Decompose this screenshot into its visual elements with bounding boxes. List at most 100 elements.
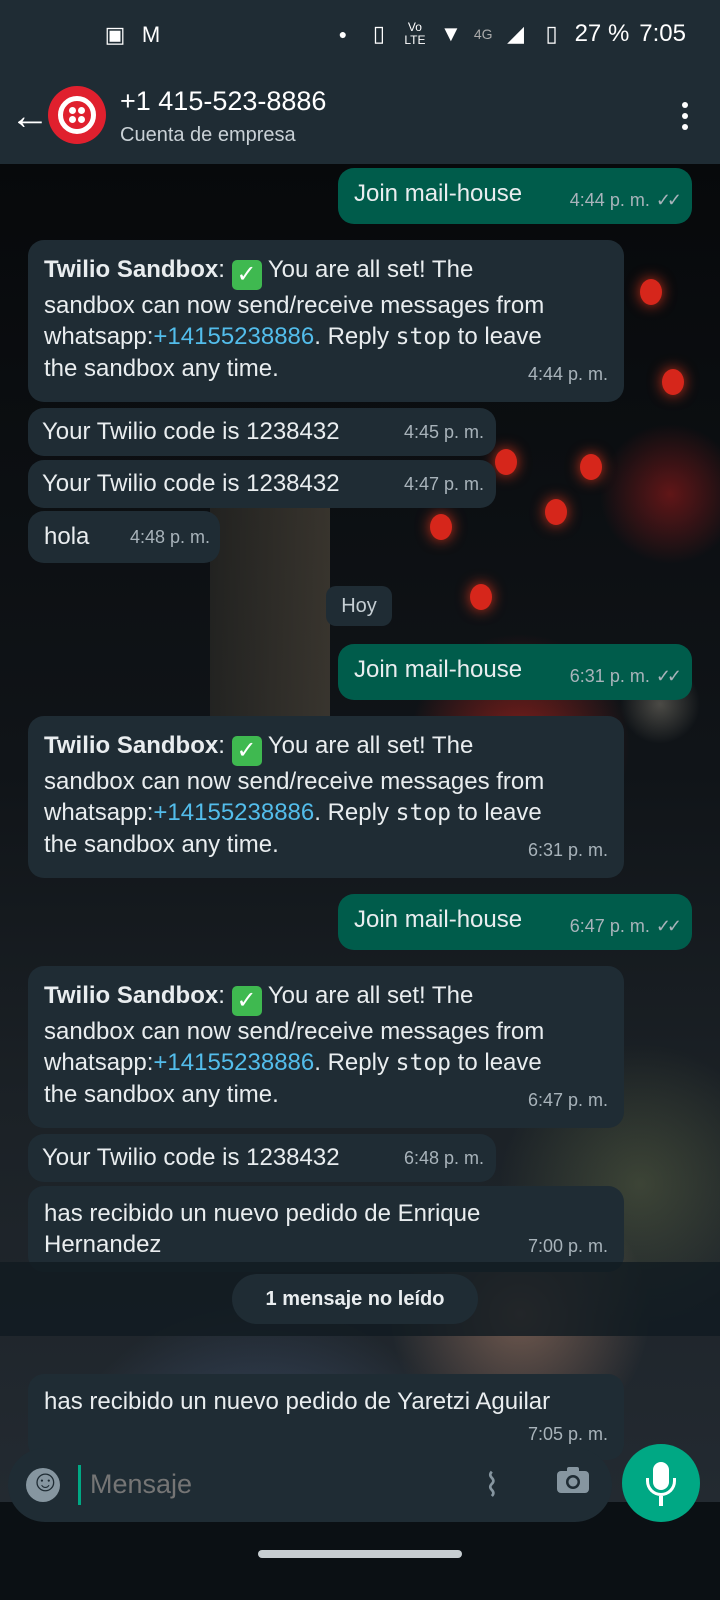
network-type: 4G [473,26,493,42]
message-text: You are all set! The [261,256,474,283]
read-receipt-icon: ✓✓ [655,666,682,686]
wallpaper-lantern [470,584,492,610]
wallpaper-lantern [545,499,567,525]
message-incoming[interactable]: Your Twilio code is 1238432 4:45 p. m. [28,408,496,456]
message-text: Join mail-house [354,906,523,933]
wallpaper-lantern [662,369,684,395]
message-sender: Twilio Sandbox [44,732,219,759]
attach-icon[interactable]: ⌇ [484,1466,500,1504]
wallpaper-lantern [495,449,517,475]
message-text: to leave [451,799,542,826]
more-vert-icon[interactable] [680,102,690,134]
system-icons: ● ▯ Vo LTE ▼ 4G ◢ ▯ 27 % 7:05 [330,20,686,48]
message-text: the sandbox any time. [44,355,279,382]
message-time: 4:48 p. m. [129,527,210,547]
phone-link[interactable]: +14155238886 [153,1049,314,1076]
message-time: 6:47 p. m. ✓✓ [569,916,682,936]
twilio-logo-icon [58,96,96,134]
message-time: 4:47 p. m. [403,474,484,494]
battery-level: 27 % [574,20,630,47]
status-bar: ▣ M ● ▯ Vo LTE ▼ 4G ◢ ▯ 27 % 7:05 [0,0,720,72]
message-incoming[interactable]: has recibido un nuevo pedido de Enrique … [28,1186,624,1272]
message-incoming[interactable]: Twilio Sandbox: ✓ You are all set! The s… [28,240,624,402]
message-text: Your Twilio code is 1238432 [42,1144,340,1171]
message-outgoing[interactable]: Join mail-house 6:31 p. m. ✓✓ [338,644,692,700]
message-text: Hernandez [44,1231,162,1258]
command-text: stop [395,1050,452,1076]
app-notification-icon: ▣ [104,22,126,47]
message-outgoing[interactable]: Join mail-house 6:47 p. m. ✓✓ [338,894,692,950]
wifi-icon: ▼ [440,21,462,46]
message-time: 4:44 p. m. ✓✓ [569,190,682,210]
dot-icon: ● [338,26,348,42]
chat-header: ← +1 415-523-8886 Cuenta de empresa [0,72,720,164]
message-text: . Reply [314,323,396,350]
notification-icons: ▣ M [102,22,164,48]
message-text: has recibido un nuevo pedido de Enrique [44,1200,481,1227]
message-text: sandbox can now send/receive messages fr… [44,292,545,319]
message-composer: ⌇ [8,1448,612,1522]
read-receipt-icon: ✓✓ [655,190,682,210]
signal-icon: ◢ [507,21,525,46]
message-text: . Reply [314,799,396,826]
message-incoming[interactable]: Your Twilio code is 1238432 6:48 p. m. [28,1134,496,1182]
message-text: whatsapp: [44,323,154,350]
message-text: You are all set! The [261,982,474,1009]
message-sender: Twilio Sandbox [44,982,219,1009]
message-text: You are all set! The [261,732,474,759]
message-text: whatsapp: [44,799,154,826]
mic-button[interactable] [622,1444,700,1522]
message-text: Your Twilio code is 1238432 [42,470,340,497]
contact-name[interactable]: +1 415-523-8886 [120,86,326,117]
mic-icon-foot [659,1496,663,1506]
clock: 7:05 [639,20,686,47]
checkmark-emoji-icon: ✓ [231,260,262,290]
camera-icon[interactable] [556,1466,590,1494]
message-incoming[interactable]: Twilio Sandbox: ✓ You are all set! The s… [28,966,624,1128]
message-text: the sandbox any time. [44,1081,279,1108]
wallpaper-lantern [640,279,662,305]
avatar[interactable] [48,86,106,144]
home-gesture-handle[interactable] [258,1550,462,1558]
message-text: Your Twilio code is 1238432 [42,418,340,445]
message-text: whatsapp: [44,1049,154,1076]
message-text: . Reply [314,1049,396,1076]
command-text: stop [395,800,452,826]
message-incoming[interactable]: Twilio Sandbox: ✓ You are all set! The s… [28,716,624,878]
message-text: to leave [451,1049,542,1076]
message-text: Join mail-house [354,180,523,207]
message-time: 4:45 p. m. [403,422,484,442]
contact-subtitle: Cuenta de empresa [120,124,296,146]
message-text: Join mail-house [354,656,523,683]
wallpaper-lantern [580,454,602,480]
system-nav-bar [0,1530,720,1600]
unread-banner: 1 mensaje no leído [0,1262,720,1336]
battery-icon: ▯ [545,21,558,46]
message-time: 6:31 p. m. ✓✓ [569,666,682,686]
date-divider: Hoy [326,586,392,626]
message-outgoing[interactable]: Join mail-house 4:44 p. m. ✓✓ [338,168,692,224]
text-caret [78,1465,81,1505]
mic-icon-stand [646,1478,676,1496]
phone-link[interactable]: +14155238886 [153,799,314,826]
phone-link[interactable]: +14155238886 [153,323,314,350]
message-input[interactable] [88,1468,472,1501]
message-text: sandbox can now send/receive messages fr… [44,768,545,795]
message-incoming[interactable]: Your Twilio code is 1238432 4:47 p. m. [28,460,496,508]
read-receipt-icon: ✓✓ [655,916,682,936]
message-text: hola [44,523,90,550]
emoji-icon[interactable] [26,1465,61,1502]
message-text: sandbox can now send/receive messages fr… [44,1018,545,1045]
message-text: has recibido un nuevo pedido de Yaretzi … [44,1388,551,1415]
wallpaper-lantern [430,514,452,540]
message-time: 6:31 p. m. [527,840,608,860]
message-time: 7:05 p. m. [527,1424,608,1444]
message-time: 6:48 p. m. [403,1148,484,1168]
checkmark-emoji-icon: ✓ [231,736,262,766]
unread-count: 1 mensaje no leído [232,1274,478,1324]
vibrate-icon: ▯ [372,21,385,46]
message-time: 4:44 p. m. [527,364,608,384]
message-incoming[interactable]: hola 4:48 p. m. [28,511,220,563]
back-arrow-icon[interactable]: ← [10,96,50,136]
message-time: 7:00 p. m. [527,1236,608,1256]
